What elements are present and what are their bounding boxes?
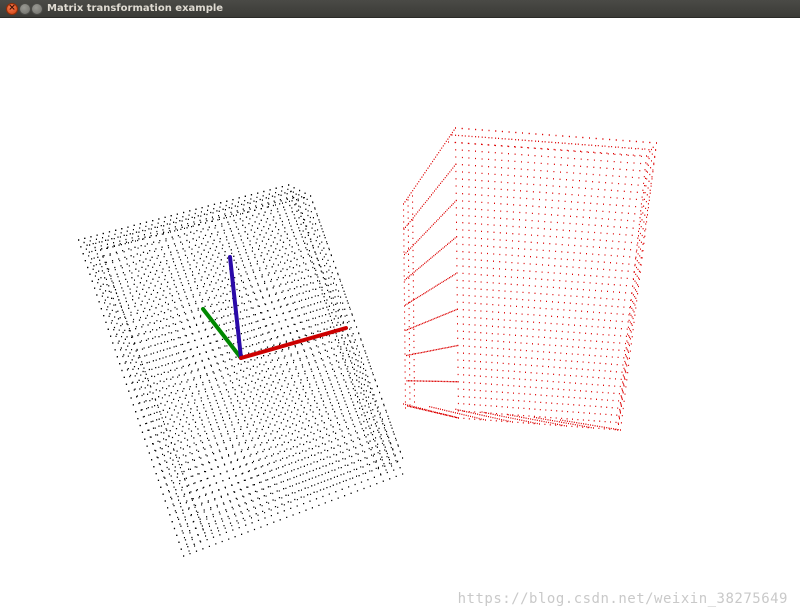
x-axis-line	[239, 326, 348, 360]
coordinate-axes	[201, 255, 348, 360]
window-title: Matrix transformation example	[47, 3, 224, 14]
render-viewport[interactable]: https://blog.csdn.net/weixin_38275649	[0, 18, 800, 614]
maximize-button[interactable]	[31, 3, 43, 15]
minimize-button[interactable]	[19, 3, 31, 15]
source-point-cloud	[78, 184, 404, 557]
close-button[interactable]: ×	[6, 3, 18, 15]
close-icon: ×	[8, 3, 16, 13]
point-cloud-scene[interactable]	[0, 18, 800, 614]
app-window: × Matrix transformation example https://…	[0, 0, 800, 614]
transformed-point-cloud	[403, 127, 657, 431]
watermark-text: https://blog.csdn.net/weixin_38275649	[457, 591, 788, 607]
title-bar[interactable]: × Matrix transformation example	[0, 0, 800, 18]
